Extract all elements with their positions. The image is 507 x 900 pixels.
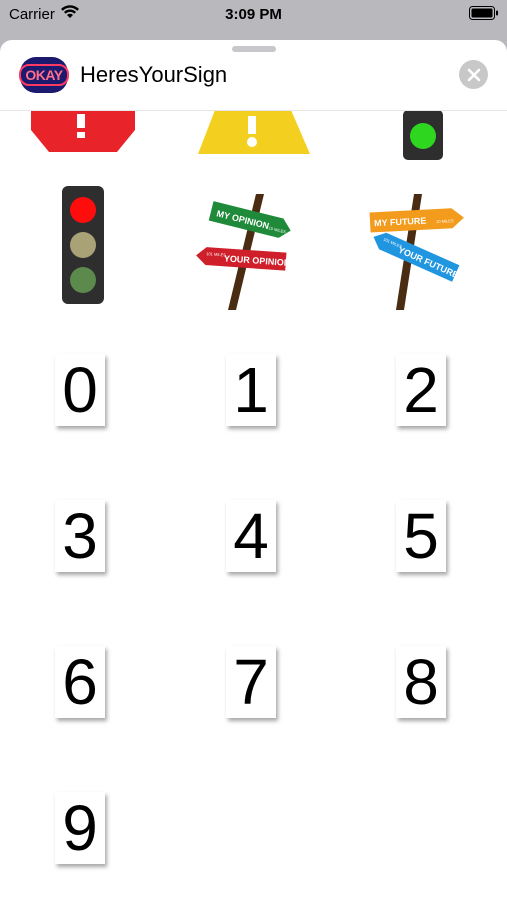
sticker-number-9[interactable]: 9 <box>7 778 157 900</box>
number-card: 3 <box>55 500 105 572</box>
status-time: 3:09 PM <box>225 6 282 23</box>
number-card: 0 <box>55 354 105 426</box>
sticker-number-3[interactable]: 3 <box>7 486 157 626</box>
sticker-number-6[interactable]: 6 <box>7 632 157 772</box>
app-title: HeresYourSign <box>80 62 228 87</box>
sticker-number-4[interactable]: 4 <box>178 486 328 626</box>
sticker-number-7[interactable]: 7 <box>178 632 328 772</box>
number-card: 4 <box>226 500 276 572</box>
opinion-signpost-icon: MY OPINION 10 MILES YOUR OPINION 101 MIL… <box>196 194 291 310</box>
logo-text: OKAY <box>19 64 69 86</box>
number-card: 6 <box>55 646 105 718</box>
app-logo: OKAY <box>19 57 69 93</box>
number-card: 2 <box>396 354 446 426</box>
red-traffic-light-icon <box>62 186 104 304</box>
sticker-number-5[interactable]: 5 <box>348 486 498 626</box>
battery-icon <box>469 6 498 20</box>
number-card: 7 <box>226 646 276 718</box>
future-top-small: 10 MILES <box>436 218 454 224</box>
sticker-traffic-light-red[interactable] <box>7 180 157 320</box>
sticker-number-8[interactable]: 8 <box>348 632 498 772</box>
app-header: OKAY HeresYourSign <box>0 54 507 111</box>
number-card: 1 <box>226 354 276 426</box>
close-button[interactable] <box>459 60 488 89</box>
close-icon <box>467 68 480 81</box>
number-card: 9 <box>55 792 105 864</box>
sticker-grid: MY OPINION 10 MILES YOUR OPINION 101 MIL… <box>0 40 507 900</box>
number-card: 5 <box>396 500 446 572</box>
sticker-future-signpost[interactable]: MY FUTURE 10 MILES YOUR FUTURE 101 MILES <box>348 180 498 320</box>
future-signpost-icon: MY FUTURE 10 MILES YOUR FUTURE 101 MILES <box>369 194 464 310</box>
sticker-number-1[interactable]: 1 <box>178 340 328 480</box>
status-bar: Carrier 3:09 PM <box>0 0 507 28</box>
sticker-sheet: OKAY HeresYourSign MY OPINION 10 MILES Y… <box>0 40 507 900</box>
number-card: 8 <box>396 646 446 718</box>
sticker-number-2[interactable]: 2 <box>348 340 498 480</box>
sticker-number-0[interactable]: 0 <box>7 340 157 480</box>
sticker-opinion-signpost[interactable]: MY OPINION 10 MILES YOUR OPINION 101 MIL… <box>178 180 328 320</box>
